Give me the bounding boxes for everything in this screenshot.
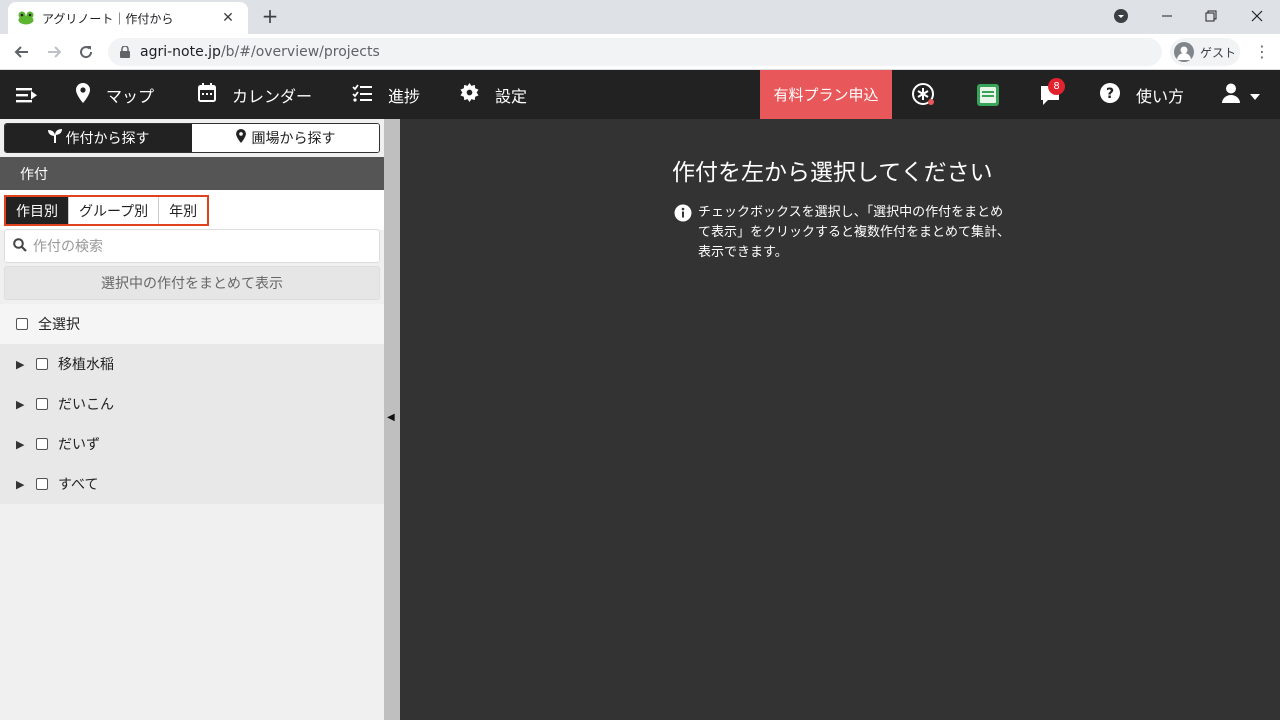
- premium-plan-button[interactable]: 有料プラン申込: [760, 70, 892, 119]
- close-window-icon[interactable]: [1234, 0, 1280, 32]
- crop-checkbox[interactable]: [36, 398, 48, 410]
- crop-label: すべて: [58, 477, 99, 493]
- info-icon: [674, 204, 692, 222]
- weather-icon[interactable]: [911, 70, 945, 119]
- profile-button[interactable]: ゲスト: [1170, 38, 1240, 66]
- select-all-checkbox[interactable]: [16, 318, 28, 330]
- nav-progress[interactable]: 進捗: [352, 70, 420, 119]
- gear-icon: [460, 83, 487, 106]
- page-title: 作付を左から選択してください: [672, 160, 993, 186]
- crop-search-input[interactable]: 作付の検索: [4, 229, 380, 263]
- user-icon: [1222, 83, 1248, 107]
- url-text: agri-note.jp/b/#/overview/projects: [140, 44, 380, 60]
- info-message: チェックボックスを選択し、「選択中の作付をまとめて表示」をクリックすると複数作付…: [674, 203, 1014, 263]
- forward-arrow-icon[interactable]: [42, 40, 66, 64]
- browser-tab[interactable]: アグリノート｜作付から ✕: [8, 2, 248, 34]
- tab-by-crop-type[interactable]: 作目別: [6, 197, 69, 224]
- expand-caret-icon[interactable]: ▶: [16, 398, 32, 411]
- list-item[interactable]: ▶ すべて: [0, 464, 384, 504]
- crop-checkbox[interactable]: [36, 438, 48, 450]
- reload-icon[interactable]: [74, 40, 98, 64]
- profile-label: ゲスト: [1200, 45, 1237, 60]
- search-placeholder: 作付の検索: [33, 239, 103, 255]
- tab-search-by-field-label: 圃場から探す: [251, 131, 336, 147]
- help-link[interactable]: ? 使い方: [1100, 70, 1184, 119]
- lock-icon: [120, 43, 130, 62]
- back-arrow-icon[interactable]: [10, 40, 34, 64]
- help-label: 使い方: [1136, 86, 1185, 106]
- crop-label: だいこん: [58, 397, 114, 413]
- search-mode-toggle: 作付から探す 圃場から探す: [4, 123, 380, 153]
- list-item[interactable]: ▶ 移植水稲: [0, 344, 384, 384]
- tab-title: アグリノート｜作付から: [42, 11, 174, 26]
- minimize-icon[interactable]: [1144, 0, 1190, 32]
- select-all-row[interactable]: 全選択: [0, 304, 384, 344]
- show-selected-crops-button[interactable]: 選択中の作付をまとめて表示: [4, 266, 380, 300]
- frog-favicon-icon: [18, 10, 34, 26]
- caret-down-icon: [1250, 85, 1268, 104]
- new-tab-plus-icon[interactable]: +: [258, 4, 282, 28]
- main-content: 作付を左から選択してください チェックボックスを選択し、「選択中の作付をまとめて…: [400, 119, 1280, 720]
- help-question-icon: ?: [1100, 82, 1128, 107]
- user-menu[interactable]: [1222, 70, 1268, 119]
- profile-avatar-icon: [1174, 42, 1194, 62]
- sprout-icon: [47, 129, 62, 147]
- browser-tab-bar: アグリノート｜作付から ✕ +: [0, 0, 1280, 34]
- crop-label: だいず: [58, 437, 100, 453]
- tab-by-group[interactable]: グループ別: [69, 197, 160, 224]
- tab-search-icon[interactable]: [1098, 0, 1144, 32]
- list-item[interactable]: ▶ だいず: [0, 424, 384, 464]
- nav-progress-label: 進捗: [388, 86, 421, 106]
- select-all-label: 全選択: [38, 317, 80, 333]
- svg-text:?: ?: [1106, 86, 1114, 102]
- field-record-book-icon[interactable]: [976, 70, 1008, 119]
- crop-grouping-tabs: 作目別 グループ別 年別: [4, 195, 210, 226]
- tab-by-year[interactable]: 年別: [159, 197, 207, 224]
- list-item[interactable]: ▶ だいこん: [0, 384, 384, 424]
- expand-caret-icon[interactable]: ▶: [16, 438, 32, 451]
- nav-settings-label: 設定: [495, 86, 528, 106]
- section-title: 作付: [0, 157, 384, 190]
- tab-search-by-field[interactable]: 圃場から探す: [192, 124, 379, 152]
- tab-search-by-crop-label: 作付から探す: [65, 131, 150, 147]
- expand-caret-icon[interactable]: ▶: [16, 478, 32, 491]
- info-text: チェックボックスを選択し、「選択中の作付をまとめて表示」をクリックすると複数作付…: [698, 205, 1011, 260]
- app-header: マップ カレンダー 進捗 設定 有料プラン申込 ? 使い方: [0, 70, 1280, 119]
- checklist-icon: [352, 83, 380, 106]
- nav-calendar-label: カレンダー: [232, 86, 313, 106]
- tab-search-by-crop[interactable]: 作付から探す: [5, 124, 192, 152]
- nav-map-label: マップ: [106, 86, 155, 106]
- map-pin-icon: [76, 82, 98, 107]
- crop-label: 移植水稲: [58, 357, 114, 373]
- menu-toggle-icon[interactable]: [16, 70, 46, 119]
- nav-map[interactable]: マップ: [76, 70, 154, 119]
- notification-count-badge: 8: [1048, 78, 1065, 95]
- collapse-sidebar-icon[interactable]: ◀: [387, 412, 395, 423]
- calendar-icon: [198, 83, 224, 106]
- nav-settings[interactable]: 設定: [460, 70, 527, 119]
- crop-checkbox[interactable]: [36, 478, 48, 490]
- restore-icon[interactable]: [1188, 0, 1234, 32]
- browser-menu-icon[interactable]: ⋮: [1252, 42, 1272, 62]
- search-icon: [13, 237, 27, 256]
- address-bar: agri-note.jp/b/#/overview/projects ゲスト ⋮: [0, 34, 1280, 70]
- tab-close-icon[interactable]: ✕: [218, 10, 238, 26]
- map-pin-icon: [235, 129, 246, 147]
- nav-calendar[interactable]: カレンダー: [198, 70, 312, 119]
- crop-list: ▶ 移植水稲 ▶ だいこん ▶ だいず ▶ すべて: [0, 344, 384, 504]
- crop-checkbox[interactable]: [36, 358, 48, 370]
- expand-caret-icon[interactable]: ▶: [16, 358, 32, 371]
- url-bar[interactable]: agri-note.jp/b/#/overview/projects: [108, 38, 1162, 66]
